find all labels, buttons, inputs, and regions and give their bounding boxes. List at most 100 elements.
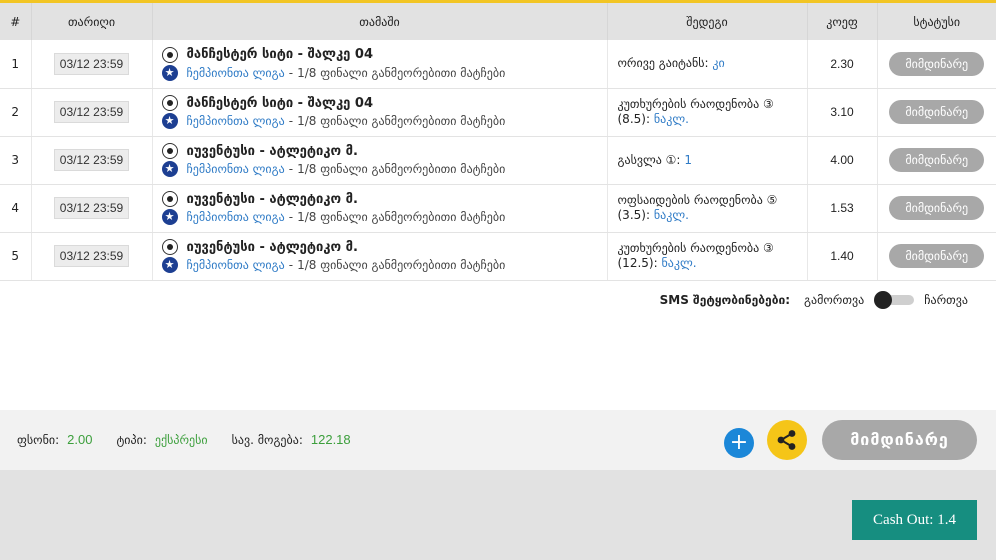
date-cell: 03/12 23:59 — [31, 88, 153, 137]
row-number: 1 — [0, 40, 32, 89]
header-event: შედეგი — [607, 3, 808, 40]
price-label: ფსონი: — [17, 432, 60, 447]
date-badge: 03/12 23:59 — [53, 245, 130, 267]
match-name[interactable]: მანჩესტერ სიტი - შალკე 04 — [187, 96, 374, 111]
bet-summary: ფსონი: 2.00 ტიპი: ექსპრესი სავ. მოგება: … — [17, 432, 375, 447]
separator: - — [288, 162, 294, 176]
match-name[interactable]: იუვენტუსი - ატლეტიკო მ. — [187, 144, 358, 159]
payout-label: სავ. მოგება: — [231, 432, 303, 447]
match-cell: იუვენტუსი - ატლეტიკო მ. ★ ჩემპიონთა ლიგა -1… — [152, 136, 608, 185]
separator: - — [288, 65, 294, 80]
match-cell: მანჩესტერ სიტი - შალკე 04 ★ ჩემპიონთა ლიგა… — [152, 88, 608, 137]
separator: - — [288, 258, 294, 272]
league-link[interactable]: ჩემპიონთა ლიგა — [187, 66, 285, 80]
status-button[interactable]: მიმდინარე — [822, 420, 977, 460]
type-value: ექსპრესი — [154, 432, 208, 447]
separator: - — [288, 210, 294, 224]
date-badge: 03/12 23:59 — [53, 149, 130, 171]
event-value: კი — [712, 56, 725, 71]
row-number: 2 — [0, 88, 32, 137]
header-status: სტატუსი — [877, 3, 996, 40]
event-cell: ორივე გაიტანს: კი — [607, 40, 808, 89]
league-link[interactable]: ჩემპიონთა ლიგა — [187, 210, 285, 224]
table-row: 1 03/12 23:59 მანჩესტერ სიტი - შალკე 04 ★ ჩე… — [0, 40, 996, 89]
bets-table: # თარიღი თამაში შედეგი კოეფ სტატუსი 1 03/… — [0, 3, 996, 281]
stage-text: 1/8 ფინალი განმეორებითი მატჩები — [297, 114, 506, 128]
row-number: 5 — [0, 232, 32, 281]
date-badge: 03/12 23:59 — [53, 101, 130, 123]
table-row: 2 03/12 23:59 მანჩესტერ სიტი - შალკე 04 ★ ჩე… — [0, 88, 996, 137]
date-cell: 03/12 23:59 — [31, 136, 153, 185]
status-badge: მიმდინარე — [889, 148, 985, 172]
header-match: თამაში — [152, 3, 608, 40]
match-cell: მანჩესტერ სიტი - შალკე 04 ★ ჩემპიონთა ლიგა… — [152, 40, 608, 89]
coef-cell: 4.00 — [807, 136, 878, 185]
soccer-ball-icon — [161, 143, 178, 159]
add-button[interactable]: + — [724, 428, 754, 458]
sms-on-label[interactable]: ჩართვა — [924, 293, 968, 307]
status-cell: მიმდინარე — [877, 184, 996, 233]
coef-cell: 1.40 — [807, 232, 878, 281]
league-link[interactable]: ჩემპიონთა ლიგა — [187, 162, 285, 176]
event-cell: კუთხურების რაოდენობა ③ (12.5): ნაკლ. — [607, 232, 808, 281]
header-num: # — [0, 3, 32, 40]
status-cell: მიმდინარე — [877, 40, 996, 89]
soccer-ball-icon — [161, 95, 178, 111]
type-label: ტიპი: — [116, 432, 147, 447]
date-cell: 03/12 23:59 — [31, 232, 153, 281]
event-value: ნაკლ. — [653, 208, 689, 222]
event-label: ორივე გაიტანს: — [617, 56, 709, 71]
match-cell: იუვენტუსი - ატლეტიკო მ. ★ ჩემპიონთა ლიგა -1… — [152, 184, 608, 233]
status-cell: მიმდინარე — [877, 88, 996, 137]
separator: - — [288, 114, 294, 128]
league-link[interactable]: ჩემპიონთა ლიგა — [187, 114, 285, 128]
sms-notifications: SMS შეტყობინებები: გამორთვა ჩართვა — [659, 291, 968, 309]
date-cell: 03/12 23:59 — [31, 40, 153, 89]
table-row: 3 03/12 23:59 იუვენტუსი - ატლეტიკო მ. ★ ჩემპ… — [0, 136, 996, 185]
match-cell: იუვენტუსი - ატლეტიკო მ. ★ ჩემპიონთა ლიგა -1… — [152, 232, 608, 281]
event-value: ნაკლ. — [661, 256, 697, 270]
coef-cell: 3.10 — [807, 88, 878, 137]
share-icon — [777, 430, 796, 450]
stage-text: 1/8 ფინალი განმეორებითი მატჩები — [297, 162, 506, 176]
price-value: 2.00 — [67, 432, 93, 447]
table-row: 4 03/12 23:59 იუვენტუსი - ატლეტიკო მ. ★ ჩემპ… — [0, 184, 996, 233]
table-row: 5 03/12 23:59 იუვენტუსი - ატლეტიკო მ. ★ ჩემპ… — [0, 232, 996, 281]
event-cell: ოფსაიდების რაოდენობა ⑤ (3.5): ნაკლ. — [607, 184, 808, 233]
date-badge: 03/12 23:59 — [53, 52, 130, 75]
match-name[interactable]: მანჩესტერ სიტი - შალკე 04 — [187, 47, 374, 62]
champions-league-icon: ★ — [161, 113, 178, 129]
status-badge: მიმდინარე — [889, 51, 985, 76]
event-label: გასვლა ①: — [617, 152, 681, 167]
match-name[interactable]: იუვენტუსი - ატლეტიკო მ. — [187, 192, 358, 207]
status-badge: მიმდინარე — [889, 100, 985, 124]
sms-toggle[interactable] — [874, 291, 915, 309]
event-value: ნაკლ. — [653, 112, 689, 126]
event-cell: კუთხურების რაოდენობა ③ (8.5): ნაკლ. — [607, 88, 808, 137]
status-cell: მიმდინარე — [877, 232, 996, 281]
coef-cell: 2.30 — [807, 40, 878, 89]
date-badge: 03/12 23:59 — [53, 197, 130, 219]
sms-toggle-knob — [874, 291, 893, 309]
league-link[interactable]: ჩემპიონთა ლიგა — [187, 258, 285, 272]
event-cell: გასვლა ①: 1 — [607, 136, 808, 185]
champions-league-icon: ★ — [161, 209, 178, 225]
sms-off-label[interactable]: გამორთვა — [804, 293, 864, 307]
payout-value: 122.18 — [310, 432, 351, 447]
event-label: კუთხურების რაოდენობა ③ (8.5): — [617, 97, 774, 126]
stage-text: 1/8 ფინალი განმეორებითი მატჩები — [297, 65, 506, 80]
soccer-ball-icon — [161, 46, 178, 63]
soccer-ball-icon — [161, 191, 178, 207]
status-badge: მიმდინარე — [889, 244, 985, 268]
event-label: ოფსაიდების რაოდენობა ⑤ (3.5): — [617, 193, 778, 222]
champions-league-icon: ★ — [161, 161, 178, 177]
cashout-button[interactable]: Cash Out: 1.4 — [852, 500, 977, 540]
share-button[interactable] — [767, 420, 807, 460]
match-name[interactable]: იუვენტუსი - ატლეტიკო მ. — [187, 240, 358, 255]
champions-league-icon: ★ — [161, 64, 178, 81]
bet-summary-bar: ფსონი: 2.00 ტიპი: ექსპრესი სავ. მოგება: … — [0, 410, 996, 470]
coef-cell: 1.53 — [807, 184, 878, 233]
sms-label: SMS შეტყობინებები: — [659, 293, 791, 307]
header-date: თარიღი — [31, 3, 153, 40]
row-number: 3 — [0, 136, 32, 185]
